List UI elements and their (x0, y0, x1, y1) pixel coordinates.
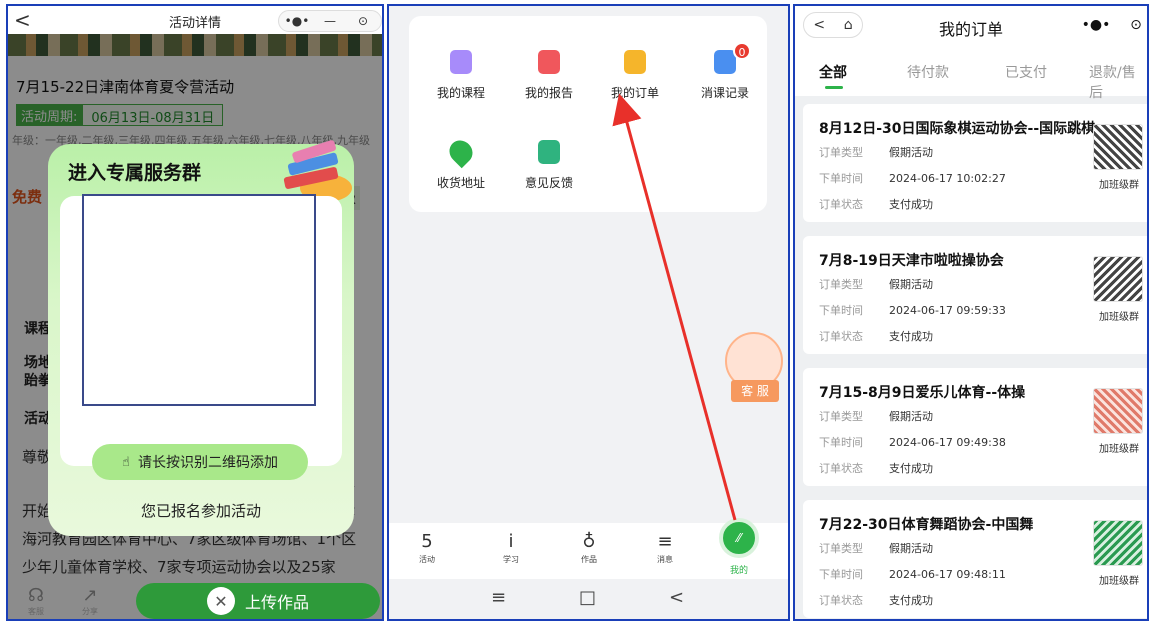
tab-pending-payment[interactable]: 待付款 (907, 62, 949, 82)
order-title: 8月12日-30日国际象棋运动协会--国际跳棋 (819, 121, 1096, 137)
activity-detail-screen: < 活动详情 •●• — ⊙ 7月15-22日津南体育夏令营活动 活动周期: 0… (6, 4, 384, 621)
order-type-value: 假期活动 (889, 146, 933, 159)
screenshot-collage: < 活动详情 •●• — ⊙ 7月15-22日津南体育夏令营活动 活动周期: 0… (0, 0, 1153, 625)
order-type-value: 假期活动 (889, 278, 933, 291)
order-time-key: 下单时间 (819, 568, 863, 581)
order-type-row: 订单类型 假期活动 (819, 408, 933, 424)
modal-title: 进入专属服务群 (68, 162, 202, 184)
order-time-value: 2024-06-17 09:48:11 (889, 568, 1006, 581)
order-status-row: 订单状态 支付成功 (819, 196, 933, 212)
upload-label: 上传作品 (244, 593, 309, 612)
share-bottom-button[interactable]: ↗ 分享 (74, 585, 106, 617)
class-group-qr[interactable] (1093, 520, 1143, 566)
headset-icon: ☊ (28, 585, 44, 606)
mini-program-capsule: •●• — ⊙ (278, 10, 382, 32)
order-status-row: 订单状态 支付成功 (819, 592, 933, 608)
order-status-key: 订单状态 (819, 198, 863, 211)
class-group-qr[interactable] (1093, 124, 1143, 170)
long-press-hint: ☝ 请长按识别二维码添加 (92, 444, 308, 480)
order-card[interactable]: 7月8-19日天津市啦啦操协会 订单类型 假期活动 下单时间 2024-06-17 … (803, 236, 1147, 354)
orders-header: < ⌂ 我的订单 •●• ⊙ 全部 待付款 已支付 退款/售后 (795, 6, 1147, 101)
class-group-label[interactable]: 加班级群 (1087, 176, 1147, 191)
order-card[interactable]: 8月12日-30日国际象棋运动协会--国际跳棋 订单类型 假期活动 下单时间 202… (803, 104, 1147, 222)
group-qr-code[interactable] (82, 194, 316, 406)
order-status-row: 订单状态 支付成功 (819, 460, 933, 476)
order-status-value: 支付成功 (889, 330, 933, 343)
order-type-key: 订单类型 (819, 146, 863, 159)
service-bottom-button[interactable]: ☊ 客服 (20, 585, 52, 617)
share-icon: ↗ (82, 585, 98, 606)
order-time-key: 下单时间 (819, 172, 863, 185)
active-tab-indicator (825, 86, 843, 89)
order-time-row: 下单时间 2024-06-17 09:59:33 (819, 302, 1006, 318)
order-type-key: 订单类型 (819, 278, 863, 291)
close-target-icon[interactable]: ⊙ (1121, 17, 1147, 33)
order-status-value: 支付成功 (889, 198, 933, 211)
order-time-row: 下单时间 2024-06-17 09:48:11 (819, 566, 1006, 582)
tab-all[interactable]: 全部 (819, 62, 847, 82)
order-type-value: 假期活动 (889, 410, 933, 423)
order-title: 7月22-30日体育舞蹈协会-中国舞 (819, 517, 1034, 533)
order-time-row: 下单时间 2024-06-17 10:02:27 (819, 170, 1006, 186)
mini-program-capsule: •●• ⊙ (1071, 12, 1147, 38)
order-time-value: 2024-06-17 09:49:38 (889, 436, 1006, 449)
order-type-key: 订单类型 (819, 410, 863, 423)
order-type-row: 订单类型 假期活动 (819, 276, 933, 292)
order-type-key: 订单类型 (819, 542, 863, 555)
minimize-icon[interactable]: — (315, 14, 345, 28)
service-bottom-label: 客服 (28, 607, 44, 616)
order-time-row: 下单时间 2024-06-17 09:49:38 (819, 434, 1006, 450)
order-time-key: 下单时间 (819, 304, 863, 317)
red-arrow-annotation (612, 93, 737, 521)
joined-text: 您已报名参加活动 (140, 502, 261, 520)
order-status-row: 订单状态 支付成功 (819, 328, 933, 344)
my-profile-screen: 我的课程 我的报告 我的订单 0 消课记录 收货地址 意见反馈 客 服 5 活动… (387, 4, 790, 621)
top-bar: < 活动详情 •●• — ⊙ (8, 6, 382, 34)
hint-text: 请长按识别二维码添加 (137, 455, 278, 471)
order-tabs: 全部 待付款 已支付 退款/售后 (795, 58, 1147, 101)
more-icon[interactable]: •●• (1071, 17, 1121, 33)
tab-paid[interactable]: 已支付 (1005, 62, 1047, 82)
hand-tap-icon: ☝ (122, 454, 130, 470)
share-bottom-label: 分享 (82, 607, 98, 616)
class-group-label[interactable]: 加班级群 (1087, 308, 1147, 323)
order-time-value: 2024-06-17 09:59:33 (889, 304, 1006, 317)
class-group-qr[interactable] (1093, 256, 1143, 302)
order-title: 7月8-19日天津市啦啦操协会 (819, 253, 1004, 269)
bottom-action-bar: ☊ 客服 ↗ 分享 ✕ 上传作品 (8, 583, 382, 619)
order-status-value: 支付成功 (889, 462, 933, 475)
close-icon[interactable]: ✕ (206, 587, 235, 615)
order-time-key: 下单时间 (819, 436, 863, 449)
order-status-key: 订单状态 (819, 462, 863, 475)
order-card[interactable]: 7月22-30日体育舞蹈协会-中国舞 订单类型 假期活动 下单时间 2024-06-… (803, 500, 1147, 618)
order-status-value: 支付成功 (889, 594, 933, 607)
more-icon[interactable]: •●• (279, 14, 315, 28)
class-group-label[interactable]: 加班级群 (1087, 572, 1147, 587)
order-time-value: 2024-06-17 10:02:27 (889, 172, 1006, 185)
order-status-key: 订单状态 (819, 594, 863, 607)
class-group-qr[interactable] (1093, 388, 1143, 434)
close-target-icon[interactable]: ⊙ (345, 14, 381, 28)
order-type-row: 订单类型 假期活动 (819, 144, 933, 160)
order-title: 7月15-8月9日爱乐儿体育--体操 (819, 385, 1026, 401)
tab-refund[interactable]: 退款/售后 (1089, 62, 1147, 102)
my-orders-screen: < ⌂ 我的订单 •●• ⊙ 全部 待付款 已支付 退款/售后 8月12日-30… (793, 4, 1149, 621)
order-status-key: 订单状态 (819, 330, 863, 343)
order-card[interactable]: 7月15-8月9日爱乐儿体育--体操 订单类型 假期活动 下单时间 2024-06-… (803, 368, 1147, 486)
order-type-row: 订单类型 假期活动 (819, 540, 933, 556)
order-type-value: 假期活动 (889, 542, 933, 555)
upload-work-button[interactable]: ✕ 上传作品 (136, 583, 380, 619)
class-group-label[interactable]: 加班级群 (1087, 440, 1147, 455)
